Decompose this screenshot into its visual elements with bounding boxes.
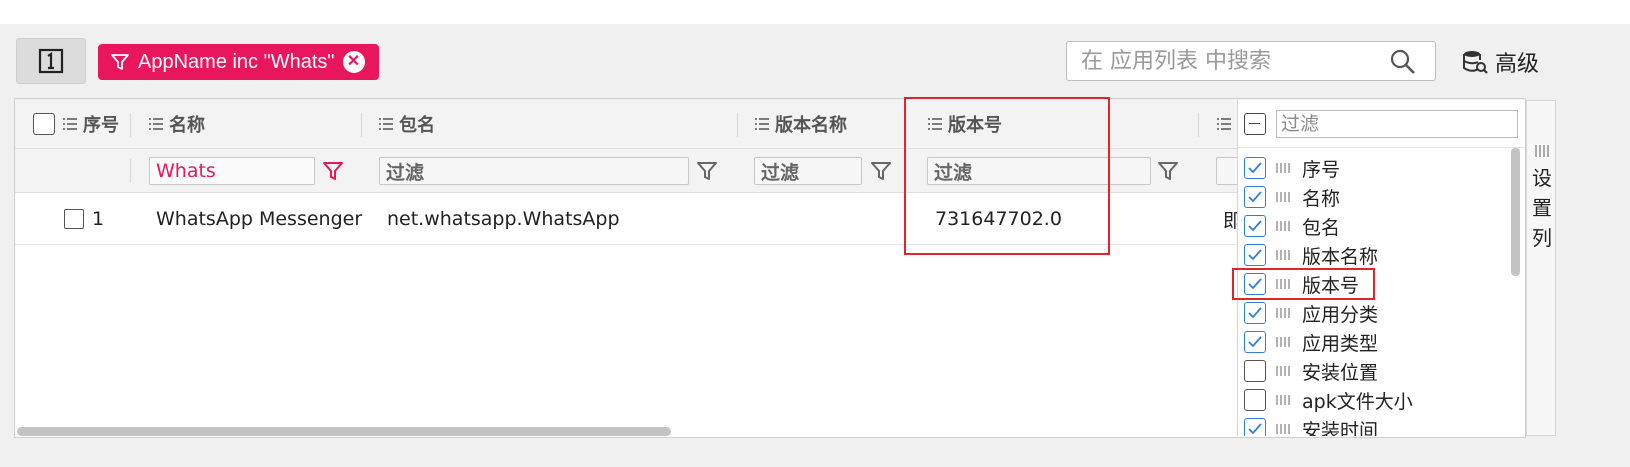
- menu-lines-icon: [379, 118, 393, 130]
- column-separator[interactable]: [737, 113, 738, 137]
- one-box-icon: [38, 48, 64, 74]
- checkbox-checked-icon[interactable]: [1244, 215, 1266, 237]
- side-tab-label: 设置列: [1532, 166, 1552, 250]
- drag-handle-icon[interactable]: [1276, 191, 1292, 203]
- cell-name: WhatsApp Messenger: [156, 208, 363, 230]
- column-separator: [130, 159, 131, 183]
- column-chooser-item-label: 序号: [1302, 158, 1341, 181]
- column-chooser-item[interactable]: 安装时间: [1244, 415, 1378, 436]
- drag-handle-icon[interactable]: [1276, 249, 1292, 261]
- column-chooser-item[interactable]: apk文件大小: [1244, 386, 1413, 414]
- advanced-button[interactable]: 高级: [1461, 46, 1539, 78]
- column-list-scrollbar[interactable]: [1511, 148, 1520, 276]
- checkbox-checked-icon[interactable]: [1244, 331, 1266, 353]
- column-chooser-item[interactable]: 应用分类: [1244, 299, 1378, 327]
- search-box: [1066, 41, 1436, 81]
- funnel-icon[interactable]: [1156, 159, 1180, 183]
- menu-lines-icon: [63, 118, 77, 130]
- grip-icon: [1535, 145, 1549, 157]
- checkbox-checked-icon[interactable]: [1244, 157, 1266, 179]
- drag-handle-icon[interactable]: [1276, 365, 1292, 377]
- funnel-icon[interactable]: [695, 159, 719, 183]
- menu-lines-icon[interactable]: [1217, 118, 1231, 130]
- column-chooser-header: [1238, 100, 1525, 148]
- column-chooser-item[interactable]: 序号: [1244, 154, 1340, 182]
- column-chooser-item-label: 版本名称: [1302, 245, 1379, 268]
- drag-handle-icon[interactable]: [1276, 162, 1292, 174]
- checkbox-checked-icon[interactable]: [1244, 186, 1266, 208]
- search-input[interactable]: [1081, 48, 1381, 74]
- column-header-version-name[interactable]: 版本名称: [755, 99, 847, 149]
- cell-index: 1: [92, 208, 105, 230]
- package-filter-input[interactable]: 过滤: [379, 157, 689, 185]
- drag-handle-icon[interactable]: [1276, 307, 1292, 319]
- toolbar: AppName inc "Whats" ✕ 高级: [16, 38, 1616, 88]
- funnel-active-icon[interactable]: [321, 159, 345, 183]
- menu-lines-icon: [755, 118, 769, 130]
- column-chooser-item-label: 安装位置: [1302, 361, 1379, 384]
- column-chooser-item-label: apk文件大小: [1302, 390, 1413, 413]
- deselect-all-icon[interactable]: [1244, 112, 1266, 135]
- select-all-checkbox[interactable]: [33, 113, 55, 135]
- drag-handle-icon[interactable]: [1276, 220, 1292, 232]
- drag-handle-icon[interactable]: [1276, 394, 1292, 406]
- column-header-name[interactable]: 名称: [149, 99, 205, 149]
- settings-columns-tab[interactable]: 设置列: [1526, 100, 1556, 436]
- row-checkbox[interactable]: [64, 209, 84, 229]
- checkbox-checked-icon[interactable]: [1244, 302, 1266, 324]
- column-chooser-item-label: 应用类型: [1302, 332, 1379, 355]
- search-icon[interactable]: [1389, 48, 1417, 76]
- column-chooser-item[interactable]: 名称: [1244, 183, 1340, 211]
- version-name-filter-input[interactable]: 过滤: [754, 157, 862, 185]
- database-search-icon: [1463, 51, 1488, 74]
- column-chooser-item-label: 安装时间: [1302, 419, 1379, 437]
- column-chooser-item-label: 应用分类: [1302, 303, 1379, 326]
- highlight-version-code-column: [904, 97, 1110, 255]
- column-chooser-item[interactable]: 包名: [1244, 212, 1340, 240]
- column-separator[interactable]: [1198, 113, 1199, 137]
- column-filter-input[interactable]: [1276, 109, 1518, 138]
- panel-toggle-button[interactable]: [16, 38, 86, 84]
- menu-lines-icon: [149, 118, 163, 130]
- checkbox-unchecked-icon[interactable]: [1244, 389, 1266, 411]
- checkbox-unchecked-icon[interactable]: [1244, 360, 1266, 382]
- cell-package: net.whatsapp.WhatsApp: [387, 208, 620, 230]
- column-chooser-item-label: 包名: [1302, 216, 1341, 239]
- column-header-package[interactable]: 包名: [379, 99, 435, 149]
- advanced-label: 高级: [1495, 52, 1540, 77]
- filter-chip[interactable]: AppName inc "Whats" ✕: [98, 44, 379, 80]
- funnel-icon: [110, 52, 130, 72]
- drag-handle-icon[interactable]: [1276, 423, 1292, 435]
- horizontal-scrollbar[interactable]: [17, 427, 671, 436]
- column-separator[interactable]: [130, 113, 131, 137]
- drag-handle-icon[interactable]: [1276, 336, 1292, 348]
- funnel-icon[interactable]: [869, 159, 893, 183]
- filter-chip-label: AppName inc "Whats": [138, 50, 335, 73]
- column-chooser-item[interactable]: 版本名称: [1244, 241, 1378, 269]
- close-circle-icon[interactable]: ✕: [342, 51, 365, 73]
- column-separator[interactable]: [361, 113, 362, 137]
- checkbox-checked-icon[interactable]: [1244, 418, 1266, 436]
- column-header-index[interactable]: 序号: [63, 99, 119, 149]
- name-filter-input[interactable]: Whats: [149, 157, 315, 185]
- checkbox-checked-icon[interactable]: [1244, 244, 1266, 266]
- top-strip: [0, 0, 1630, 24]
- column-chooser-item[interactable]: 安装位置: [1244, 357, 1378, 385]
- column-chooser-item-label: 名称: [1302, 187, 1341, 210]
- column-chooser-item[interactable]: 应用类型: [1244, 328, 1378, 356]
- highlight-version-code-item: [1232, 268, 1375, 300]
